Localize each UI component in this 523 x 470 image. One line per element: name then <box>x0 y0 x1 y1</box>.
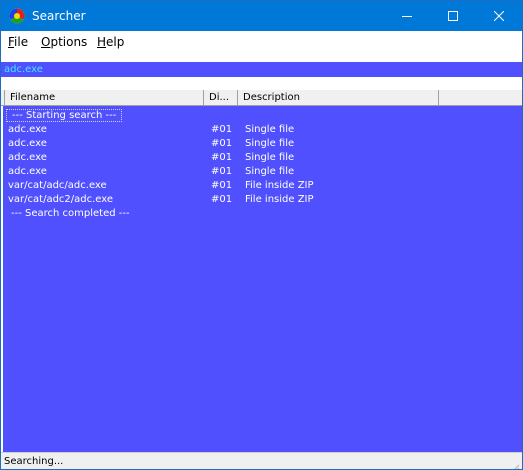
maximize-icon <box>448 11 458 21</box>
row-description: Single file <box>245 138 295 149</box>
row-disk: #01 <box>211 180 233 191</box>
table-row[interactable]: adc.exe #01 Single file <box>3 123 522 137</box>
row-disk: #01 <box>211 194 233 205</box>
table-row[interactable]: adc.exe #01 Single file <box>3 165 522 179</box>
row-filename: adc.exe <box>8 124 47 135</box>
row-filename: adc.exe <box>8 166 47 177</box>
search-query: adc.exe <box>4 64 43 75</box>
row-disk: #01 <box>211 166 233 177</box>
table-row[interactable]: var/cat/adc2/adc.exe #01 File inside ZIP <box>3 193 522 207</box>
menu-file[interactable]: File <box>8 34 28 50</box>
menu-help-label: elp <box>106 35 125 49</box>
color-wheel-icon <box>9 8 25 24</box>
search-field[interactable]: adc.exe <box>1 62 522 77</box>
window-title: Searcher <box>32 9 86 23</box>
end-marker[interactable]: --- Search completed --- <box>11 207 130 221</box>
maximize-button[interactable] <box>430 1 476 31</box>
table-row[interactable]: adc.exe #01 Single file <box>3 137 522 151</box>
row-description: Single file <box>245 124 295 135</box>
column-header-disk[interactable]: Di... <box>204 90 238 105</box>
row-disk: #01 <box>211 138 233 149</box>
row-disk: #01 <box>211 152 233 163</box>
menu-file-label: ile <box>14 35 29 49</box>
results-header: Filename Di... Description <box>1 90 522 106</box>
row-description: File inside ZIP <box>245 194 314 205</box>
row-filename: adc.exe <box>8 138 47 149</box>
minimize-button[interactable] <box>384 1 430 31</box>
title-bar[interactable]: Searcher <box>1 1 522 31</box>
row-description: Single file <box>245 166 295 177</box>
menu-help-key: H <box>97 35 107 49</box>
row-filename: adc.exe <box>8 152 47 163</box>
table-row[interactable]: var/cat/adc/adc.exe #01 File inside ZIP <box>3 179 522 193</box>
resize-grip-icon[interactable] <box>510 458 520 469</box>
menu-help[interactable]: Help <box>97 34 124 50</box>
column-header-empty[interactable] <box>439 90 522 105</box>
column-header-description[interactable]: Description <box>238 90 439 105</box>
row-filename: var/cat/adc/adc.exe <box>8 180 107 191</box>
row-description: File inside ZIP <box>245 180 314 191</box>
results-list[interactable]: --- Starting search --- adc.exe #01 Sing… <box>3 106 522 452</box>
close-button[interactable] <box>476 1 522 31</box>
status-text: Searching... <box>4 456 64 467</box>
row-description: Single file <box>245 152 295 163</box>
menu-options[interactable]: Options <box>41 34 87 50</box>
row-disk: #01 <box>211 124 233 135</box>
menu-options-label: ptions <box>50 35 88 49</box>
column-header-filename[interactable]: Filename <box>4 90 204 105</box>
start-marker[interactable]: --- Starting search --- <box>6 109 123 122</box>
table-row[interactable]: adc.exe #01 Single file <box>3 151 522 165</box>
menu-bar: File Options Help <box>1 31 522 53</box>
minimize-icon <box>402 16 412 17</box>
spacer-bar <box>1 77 522 90</box>
row-filename: var/cat/adc2/adc.exe <box>8 194 114 205</box>
status-bar: Searching... <box>1 452 522 469</box>
close-icon <box>494 11 504 21</box>
searcher-window: Searcher File Options Help adc.exe Filen… <box>0 0 523 470</box>
